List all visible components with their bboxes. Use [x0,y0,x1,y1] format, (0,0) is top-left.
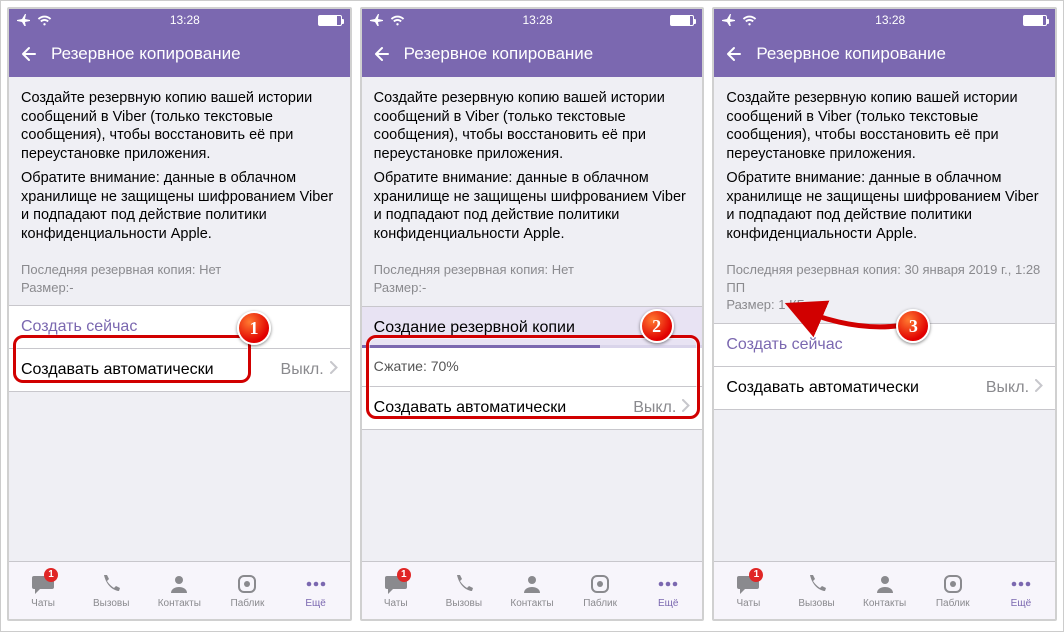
tab-contacts[interactable]: Контакты [851,572,919,609]
nav-header: Резервное копирование [9,31,350,77]
backup-now-row[interactable]: Создать сейчас [9,305,350,349]
wifi-icon [37,15,52,26]
airplane-icon [370,14,384,26]
airplane-icon [17,14,31,26]
tab-calls[interactable]: Вызовы [430,572,498,609]
tab-bar: 1Чаты Вызовы Контакты Паблик Ещё [714,561,1055,619]
tab-chats[interactable]: 1Чаты [714,572,782,609]
description-text: Создайте резервную копию вашей истории с… [714,77,1055,253]
back-button[interactable] [720,40,748,68]
wifi-icon [390,15,405,26]
auto-backup-row[interactable]: Создавать автоматически Выкл. [9,348,350,392]
status-time: 13:28 [875,13,905,27]
status-time: 13:28 [522,13,552,27]
phone-icon [98,572,124,596]
tab-contacts[interactable]: Контакты [145,572,213,609]
backup-meta: Последняя резервная копия: Нет Размер:- [9,253,350,306]
back-button[interactable] [15,40,43,68]
chevron-right-icon [330,361,338,379]
chevron-right-icon [1035,379,1043,397]
chat-icon: 1 [735,572,761,596]
tab-calls[interactable]: Вызовы [782,572,850,609]
progress-bar [362,345,703,348]
tab-calls[interactable]: Вызовы [77,572,145,609]
chevron-right-icon [682,399,690,417]
page-title: Резервное копирование [404,44,594,64]
status-bar: 13:28 [9,9,350,31]
phone-icon [804,572,830,596]
screen-3: 13:28 Резервное копирование Создайте рез… [712,7,1057,621]
tab-more[interactable]: Ещё [987,572,1055,609]
more-icon [1008,572,1034,596]
tab-public[interactable]: Паблик [566,572,634,609]
nav-header: Резервное копирование [362,31,703,77]
description-text: Создайте резервную копию вашей истории с… [362,77,703,253]
auto-backup-row[interactable]: Создавать автоматически Выкл. [362,386,703,430]
tab-more[interactable]: Ещё [282,572,350,609]
page-title: Резервное копирование [51,44,241,64]
chat-icon: 1 [30,572,56,596]
chat-icon: 1 [383,572,409,596]
nav-header: Резервное копирование [714,31,1055,77]
progress-subtext: Сжатие: 70% [362,348,703,386]
tab-more[interactable]: Ещё [634,572,702,609]
battery-icon [318,15,342,26]
auto-backup-label: Создавать автоматически [21,361,214,379]
status-time: 13:28 [170,13,200,27]
phone-icon [451,572,477,596]
public-icon [940,572,966,596]
backup-now-row[interactable]: Создать сейчас [714,323,1055,367]
contact-icon [519,572,545,596]
status-bar: 13:28 [362,9,703,31]
tab-bar: 1Чаты Вызовы Контакты Паблик Ещё [362,561,703,619]
tab-contacts[interactable]: Контакты [498,572,566,609]
tab-bar: 1 Чаты Вызовы Контакты Паблик Е [9,561,350,619]
backup-meta: Последняя резервная копия: 30 января 201… [714,253,1055,324]
auto-backup-value: Выкл. [281,361,324,379]
battery-icon [1023,15,1047,26]
battery-icon [670,15,694,26]
page-title: Резервное копирование [756,44,946,64]
screen-1: 13:28 Резервное копирование Создайте рез… [7,7,352,621]
auto-backup-row[interactable]: Создавать автоматически Выкл. [714,366,1055,410]
status-bar: 13:28 [714,9,1055,31]
backup-now-label: Создать сейчас [21,318,137,336]
progress-title: Создание резервной копии [362,307,703,345]
screen-2: 13:28 Резервное копирование Создайте рез… [360,7,705,621]
more-icon [303,572,329,596]
tab-public[interactable]: Паблик [919,572,987,609]
back-button[interactable] [368,40,396,68]
tab-public[interactable]: Паблик [213,572,281,609]
chats-badge: 1 [44,568,58,582]
tab-chats[interactable]: 1Чаты [362,572,430,609]
wifi-icon [742,15,757,26]
description-text: Создайте резервную копию вашей истории с… [9,77,350,253]
tab-chats[interactable]: 1 Чаты [9,572,77,609]
public-icon [234,572,260,596]
backup-progress-row: Создание резервной копии Сжатие: 70% [362,306,703,387]
public-icon [587,572,613,596]
contact-icon [166,572,192,596]
backup-meta: Последняя резервная копия: Нет Размер:- [362,253,703,306]
contact-icon [872,572,898,596]
more-icon [655,572,681,596]
airplane-icon [722,14,736,26]
